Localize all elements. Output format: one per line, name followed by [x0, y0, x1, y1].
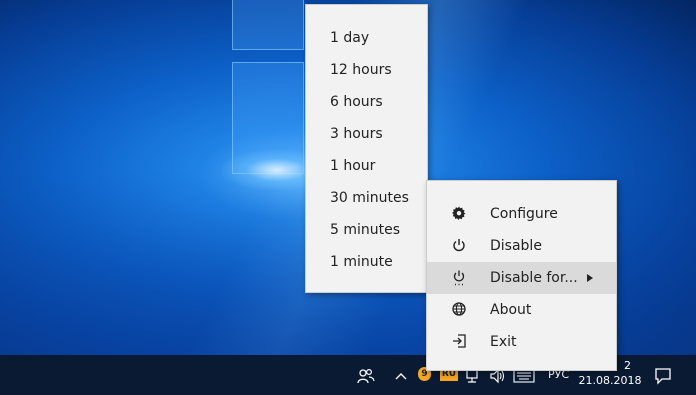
- menu-item-about[interactable]: About: [427, 294, 616, 326]
- gear-icon: [451, 206, 467, 222]
- submenu-item-1-minute[interactable]: 1 minute: [306, 246, 427, 278]
- power-timer-icon: [451, 270, 467, 286]
- clock-date: 21.08.2018: [578, 374, 642, 387]
- menu-item-disable-for[interactable]: Disable for...: [427, 262, 616, 294]
- window-pane-top: [232, 0, 304, 50]
- menu-item-label: Disable for...: [490, 270, 578, 286]
- tray-context-menu: Configure Disable Disable for... About E…: [426, 180, 617, 371]
- submenu-item-1-hour[interactable]: 1 hour: [306, 150, 427, 182]
- submenu-item-12-hours[interactable]: 12 hours: [306, 54, 427, 86]
- submenu-item-3-hours[interactable]: 3 hours: [306, 118, 427, 150]
- submenu-item-1-day[interactable]: 1 day: [306, 22, 427, 54]
- menu-item-exit[interactable]: Exit: [427, 326, 616, 358]
- power-icon: [451, 238, 467, 254]
- submenu-item-5-minutes[interactable]: 5 minutes: [306, 214, 427, 246]
- submenu-item-6-hours[interactable]: 6 hours: [306, 86, 427, 118]
- disable-for-submenu: 1 day 12 hours 6 hours 3 hours 1 hour 30…: [305, 4, 428, 293]
- menu-item-label: About: [490, 302, 532, 318]
- menu-item-disable[interactable]: Disable: [427, 230, 616, 262]
- exit-icon: [451, 334, 467, 350]
- submenu-arrow-icon: [587, 274, 593, 282]
- menu-item-label: Disable: [490, 238, 542, 254]
- menu-item-label: Exit: [490, 334, 517, 350]
- show-hidden-icons-chevron-icon[interactable]: [395, 370, 407, 384]
- menu-item-configure[interactable]: Configure: [427, 198, 616, 230]
- keyboard-icon[interactable]: [513, 369, 535, 386]
- submenu-item-30-minutes[interactable]: 30 minutes: [306, 182, 427, 214]
- action-center-icon[interactable]: [654, 367, 672, 388]
- people-icon[interactable]: [357, 368, 375, 387]
- menu-item-label: Configure: [490, 206, 558, 222]
- globe-icon: [451, 302, 467, 318]
